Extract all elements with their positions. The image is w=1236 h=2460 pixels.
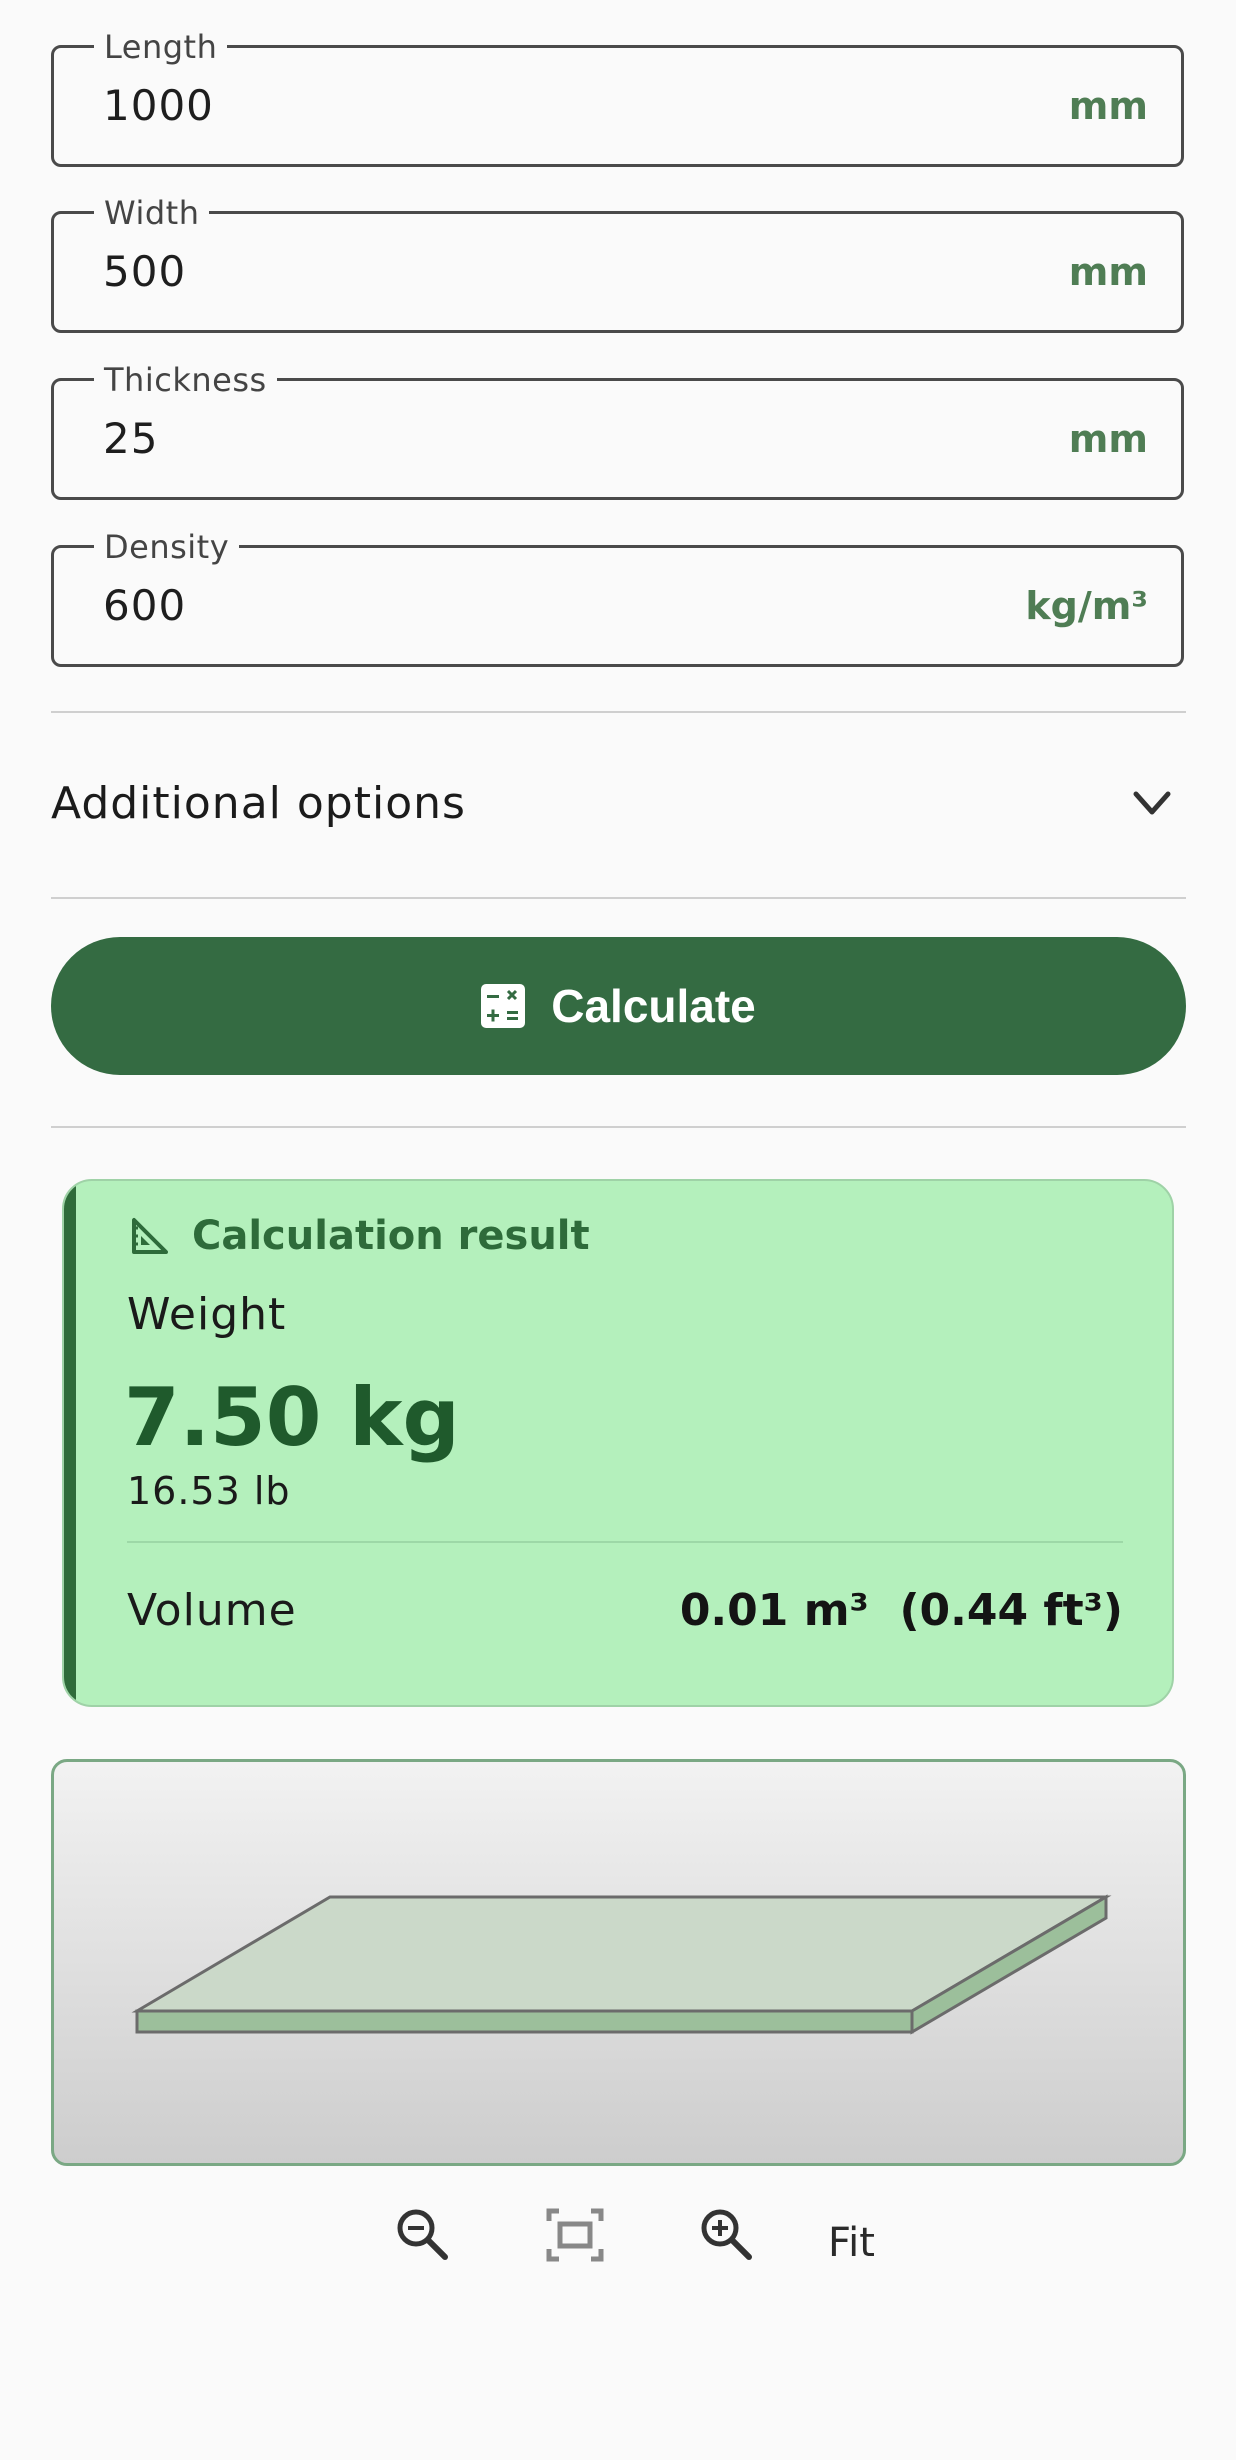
zoom-out-button[interactable] [393,2205,453,2275]
divider [51,897,1186,899]
zoom-in-button[interactable] [697,2205,757,2275]
zoom-out-icon [397,2209,448,2260]
fit-screen-button[interactable] [545,2205,605,2275]
density-input[interactable]: 600 [103,548,186,664]
length-unit: mm [1068,84,1148,128]
board-3d-viewer[interactable] [51,1759,1186,2166]
divider [51,1126,1186,1128]
thickness-unit: mm [1068,417,1148,461]
fit-screen-icon [546,2208,604,2262]
zoom-in-icon [701,2209,752,2260]
volume-value: 0.01 m³ (0.44 ft³) [679,1585,1123,1636]
density-unit: kg/m³ [1025,584,1148,628]
additional-options-toggle[interactable]: Additional options [51,744,1186,864]
result-divider [127,1541,1123,1543]
weight-value: 7.50 kg [124,1371,460,1464]
chevron-down-icon [1133,791,1171,815]
result-card: Calculation result Weight 7.50 kg 16.53 … [62,1179,1174,1707]
calculate-button[interactable]: Calculate [51,937,1186,1075]
length-field[interactable]: Length 1000 mm [51,29,1184,167]
weight-label: Weight [127,1289,287,1340]
additional-options-label: Additional options [51,778,466,829]
board-model [131,1894,1112,2035]
board-front-face [135,2009,914,2034]
thickness-field[interactable]: Thickness 25 mm [51,362,1184,500]
result-title: Calculation result [192,1213,590,1259]
calculator-icon [481,984,526,1028]
length-input[interactable]: 1000 [103,48,214,164]
divider [51,711,1186,713]
width-unit: mm [1068,250,1148,294]
width-field[interactable]: Width 500 mm [51,195,1184,333]
width-input[interactable]: 500 [103,214,186,330]
calculate-label: Calculate [551,980,756,1032]
result-accent-bar [64,1181,76,1705]
volume-label: Volume [127,1585,297,1636]
set-square-icon [132,1218,168,1254]
result-header: Calculation result [130,1211,590,1261]
weight-lb-value: 16.53 lb [127,1469,291,1513]
thickness-input[interactable]: 25 [103,381,158,497]
density-field[interactable]: Density 600 kg/m³ [51,529,1184,667]
fit-button[interactable]: Fit [828,2218,875,2268]
